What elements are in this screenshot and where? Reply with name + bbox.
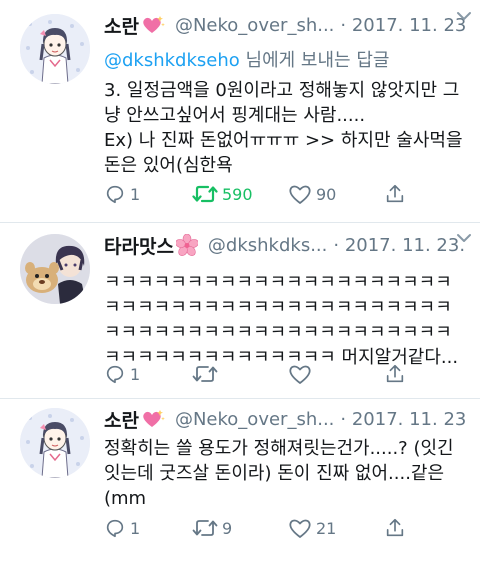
reply-button[interactable]: 1 [104, 362, 140, 386]
retweet-count: 590 [222, 184, 253, 204]
user-handle[interactable]: @Neko_over_sh... [175, 15, 334, 36]
retweet-icon [192, 185, 218, 203]
tweet-text-line: 정확히는 쓸 용도가 정해져릿는건가.....? (잇긴 [104, 438, 454, 459]
avatar[interactable] [20, 14, 90, 84]
reply-count: 1 [130, 518, 141, 538]
tweet-text: 정확히는 쓸 용도가 정해져릿는건가.....? (잇긴 잇는데 굿즈살 돈이라… [104, 436, 466, 511]
retweet-icon [192, 520, 218, 536]
reply-icon [106, 365, 124, 384]
tweet-text-line: ㅋㅋㅋㅋㅋㅋㅋㅋㅋㅋㅋㅋㅋㅋㅋㅋㅋㅋㅋㅋㅋ [104, 272, 452, 293]
tweet-header: 소란 @Neko_over_sh... · 2017. 11. 23. [104, 404, 466, 434]
cherry-blossom-icon [175, 234, 198, 256]
retweet-button[interactable]: 590 [192, 182, 253, 206]
retweet-button[interactable]: 9 [192, 516, 232, 540]
reply-icon [106, 185, 124, 204]
heart-icon [289, 365, 311, 384]
reply-button[interactable]: 1 [104, 516, 140, 540]
tweet-header: 타라맛스 @dkshkdks... · 2017. 11. 23. [104, 230, 466, 260]
share-button[interactable] [384, 516, 406, 540]
tweet-text-line: ㅋㅋㅋㅋㅋㅋㅋㅋㅋㅋㅋㅋㅋㅋㅋㅋㅋㅋㅋㅋㅋ [104, 322, 452, 343]
tweet-header: 소란 @Neko_over_sh... · 2017. 11. 23. [104, 10, 466, 40]
display-name[interactable]: 타라맛스 [104, 232, 174, 259]
reply-count: 1 [130, 364, 141, 384]
display-name[interactable]: 소란 [104, 12, 139, 39]
tweet-text: 3. 일정금액을 0원이라고 정해놓지 않앗지만 그 냥 안쓰고싶어서 핑계대는… [104, 78, 466, 178]
like-button[interactable]: 90 [288, 182, 336, 206]
tweet-content: 소란 @Neko_over_sh... · 2017. 11. 23. @dks… [104, 10, 466, 178]
reply-context-label: 님에게 보내는 답글 [239, 50, 390, 71]
tweet-text-line: ㅋㅋㅋㅋㅋㅋㅋㅋㅋㅋㅋㅋㅋㅋㅋㅋㅋㅋㅋㅋㅋ [104, 297, 452, 318]
anime-girl-avatar-image [20, 14, 90, 84]
tweet-date[interactable]: · 2017. 11. 23. [340, 409, 466, 430]
like-button[interactable] [288, 362, 316, 386]
tweet-text-line: 잇는데 굿즈살 돈이라) 돈이 진짜 없어....같은 [104, 463, 445, 484]
tweet-text: ㅋㅋㅋㅋㅋㅋㅋㅋㅋㅋㅋㅋㅋㅋㅋㅋㅋㅋㅋㅋㅋ ㅋㅋㅋㅋㅋㅋㅋㅋㅋㅋㅋㅋㅋㅋㅋㅋㅋㅋ… [104, 270, 466, 370]
reply-count: 1 [130, 184, 141, 204]
reply-mention-link[interactable]: @dkshkdkseho [104, 50, 240, 71]
share-button[interactable] [384, 362, 406, 386]
share-icon [386, 184, 404, 203]
reply-icon [106, 519, 124, 538]
avatar[interactable] [20, 234, 90, 304]
tweet-text-line: 3. 일정금액을 0원이라고 정해놓지 않앗지만 그 [104, 80, 460, 101]
retweet-icon [192, 366, 218, 382]
tweet-text-line: ㅋㅋㅋㅋㅋㅋㅋㅋㅋㅋㅋㅋㅋㅋ 머지알거같다... [104, 347, 459, 368]
avatar[interactable] [20, 408, 90, 478]
reply-context: @dkshkdkseho 님에게 보내는 답글 [104, 46, 466, 72]
like-count: 21 [316, 518, 337, 538]
tweet-text-line: 냥 안쓰고싶어서 핑계대는 사람..... [104, 105, 366, 126]
display-name[interactable]: 소란 [104, 406, 139, 433]
tweet-date[interactable]: · 2017. 11. 23. [340, 15, 466, 36]
share-icon [386, 364, 404, 383]
like-button[interactable]: 21 [288, 516, 336, 540]
tweet[interactable]: 타라맛스 @dkshkdks... · 2017. 11. 23. ㅋㅋㅋㅋㅋㅋ… [0, 222, 480, 398]
sparkling-heart-icon [141, 409, 165, 429]
tweet-date[interactable]: · 2017. 11. 23. [333, 235, 465, 256]
chevron-down-icon[interactable] [454, 228, 474, 248]
tweet-content: 소란 @Neko_over_sh... · 2017. 11. 23. 정확히는… [104, 404, 466, 511]
sparkling-heart-icon [141, 15, 165, 35]
anime-boy-with-plush-avatar-image [20, 234, 90, 304]
reply-button[interactable]: 1 [104, 182, 140, 206]
tweet-text-line: 돈은 있어(심한욕 [104, 155, 233, 176]
like-count: 90 [316, 184, 337, 204]
tweet-content: 타라맛스 @dkshkdks... · 2017. 11. 23. ㅋㅋㅋㅋㅋㅋ… [104, 230, 466, 370]
tweet[interactable]: 소란 @Neko_over_sh... · 2017. 11. 23. @dks… [0, 0, 480, 222]
user-handle[interactable]: @Neko_over_sh... [175, 409, 334, 430]
anime-girl-avatar-image [20, 408, 90, 478]
tweet[interactable]: 소란 @Neko_over_sh... · 2017. 11. 23. 정확히는… [0, 398, 480, 565]
tweet-text-line: (mm [104, 488, 147, 509]
retweet-count: 9 [222, 518, 233, 538]
user-handle[interactable]: @dkshkdks... [208, 235, 327, 256]
tweet-text-line: Ex) 나 진짜 돈없어ㅠㅠㅠ >> 하지만 술사먹을 [104, 130, 463, 151]
heart-icon [289, 519, 311, 538]
chevron-down-icon[interactable] [454, 6, 474, 26]
retweet-button[interactable] [192, 362, 222, 386]
heart-icon [289, 185, 311, 204]
share-button[interactable] [384, 182, 406, 206]
tweet-thread: 소란 @Neko_over_sh... · 2017. 11. 23. @dks… [0, 0, 480, 565]
share-icon [386, 518, 404, 537]
